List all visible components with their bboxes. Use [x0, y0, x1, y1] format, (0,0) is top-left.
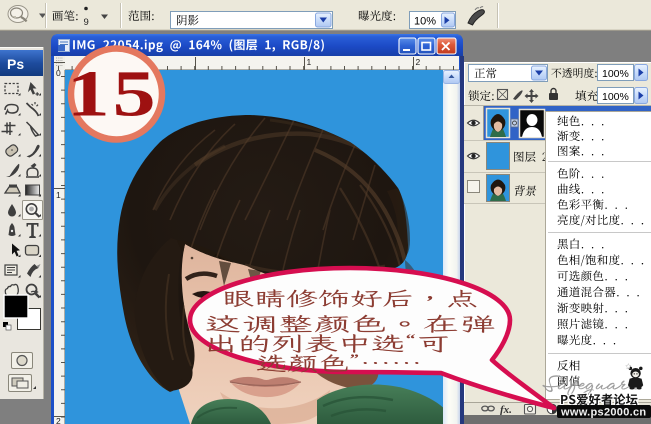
svg-text:100%: 100% [602, 91, 629, 103]
svg-text:15: 15 [67, 56, 159, 130]
svg-text:1: 1 [56, 190, 61, 200]
svg-text:Ps: Ps [7, 56, 24, 72]
svg-text:0: 0 [56, 68, 61, 78]
svg-text:100%: 100% [602, 68, 629, 80]
svg-text:fx.: fx. [500, 404, 512, 416]
svg-text:2: 2 [416, 57, 421, 67]
svg-text:1: 1 [307, 57, 312, 67]
svg-text:9: 9 [84, 17, 89, 28]
svg-text:10%: 10% [414, 16, 436, 28]
svg-text:www.ps2000.cn: www.ps2000.cn [560, 407, 646, 419]
svg-text:2: 2 [56, 416, 61, 424]
